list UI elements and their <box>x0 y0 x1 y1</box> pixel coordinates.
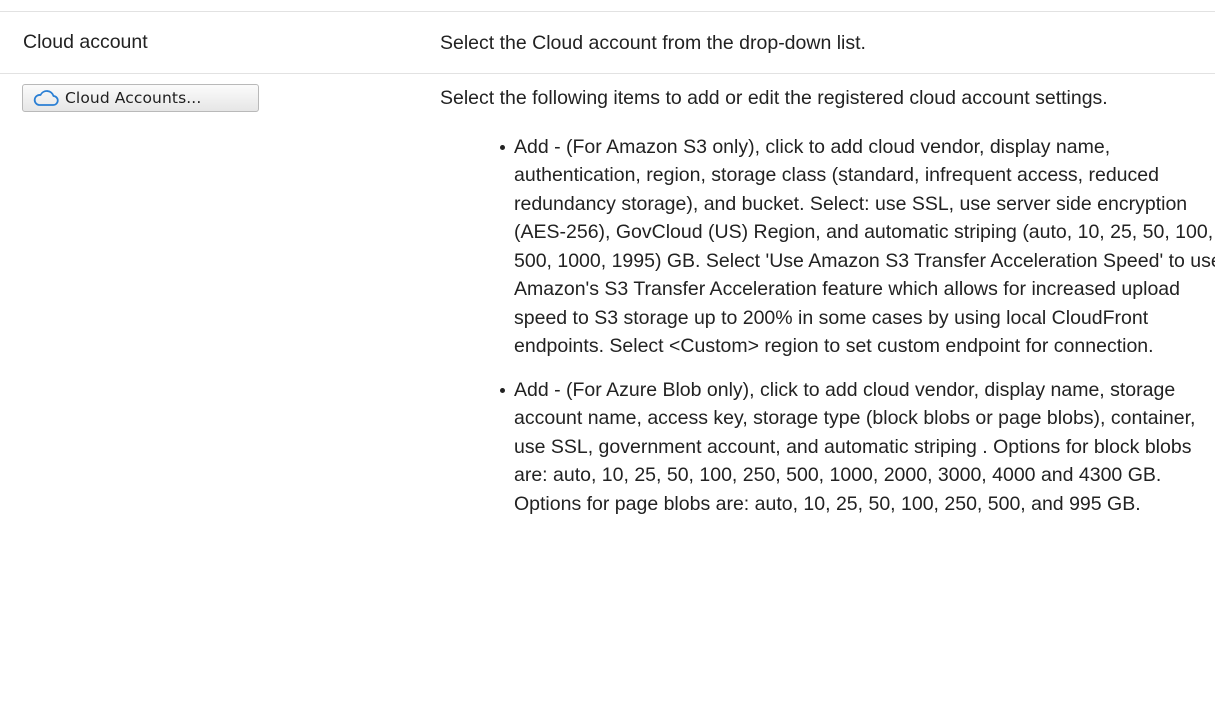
cloud-accounts-list: Add - (For Amazon S3 only), click to add… <box>440 133 1215 519</box>
list-item: Add - (For Amazon S3 only), click to add… <box>440 133 1215 361</box>
bullet <box>500 387 505 393</box>
bullet <box>500 144 505 150</box>
table-top-divider <box>0 11 1215 12</box>
cloud-accounts-button[interactable]: Cloud Accounts... <box>22 84 259 112</box>
cloud-accounts-description: Select the following items to add or edi… <box>440 84 1215 533</box>
list-item-text: Add - (For Amazon S3 only), click to add… <box>514 135 1215 358</box>
cloud-accounts-intro: Select the following items to add or edi… <box>440 87 1108 109</box>
cloud-icon <box>33 89 59 107</box>
cloud-account-description: Select the Cloud account from the drop-d… <box>440 32 866 54</box>
list-item: Add - (For Azure Blob only), click to ad… <box>440 376 1215 519</box>
cloud-accounts-button-label: Cloud Accounts... <box>65 89 202 107</box>
cloud-account-label: Cloud account <box>23 31 148 53</box>
row-divider <box>0 73 1215 74</box>
list-item-text: Add - (For Azure Blob only), click to ad… <box>514 378 1196 515</box>
